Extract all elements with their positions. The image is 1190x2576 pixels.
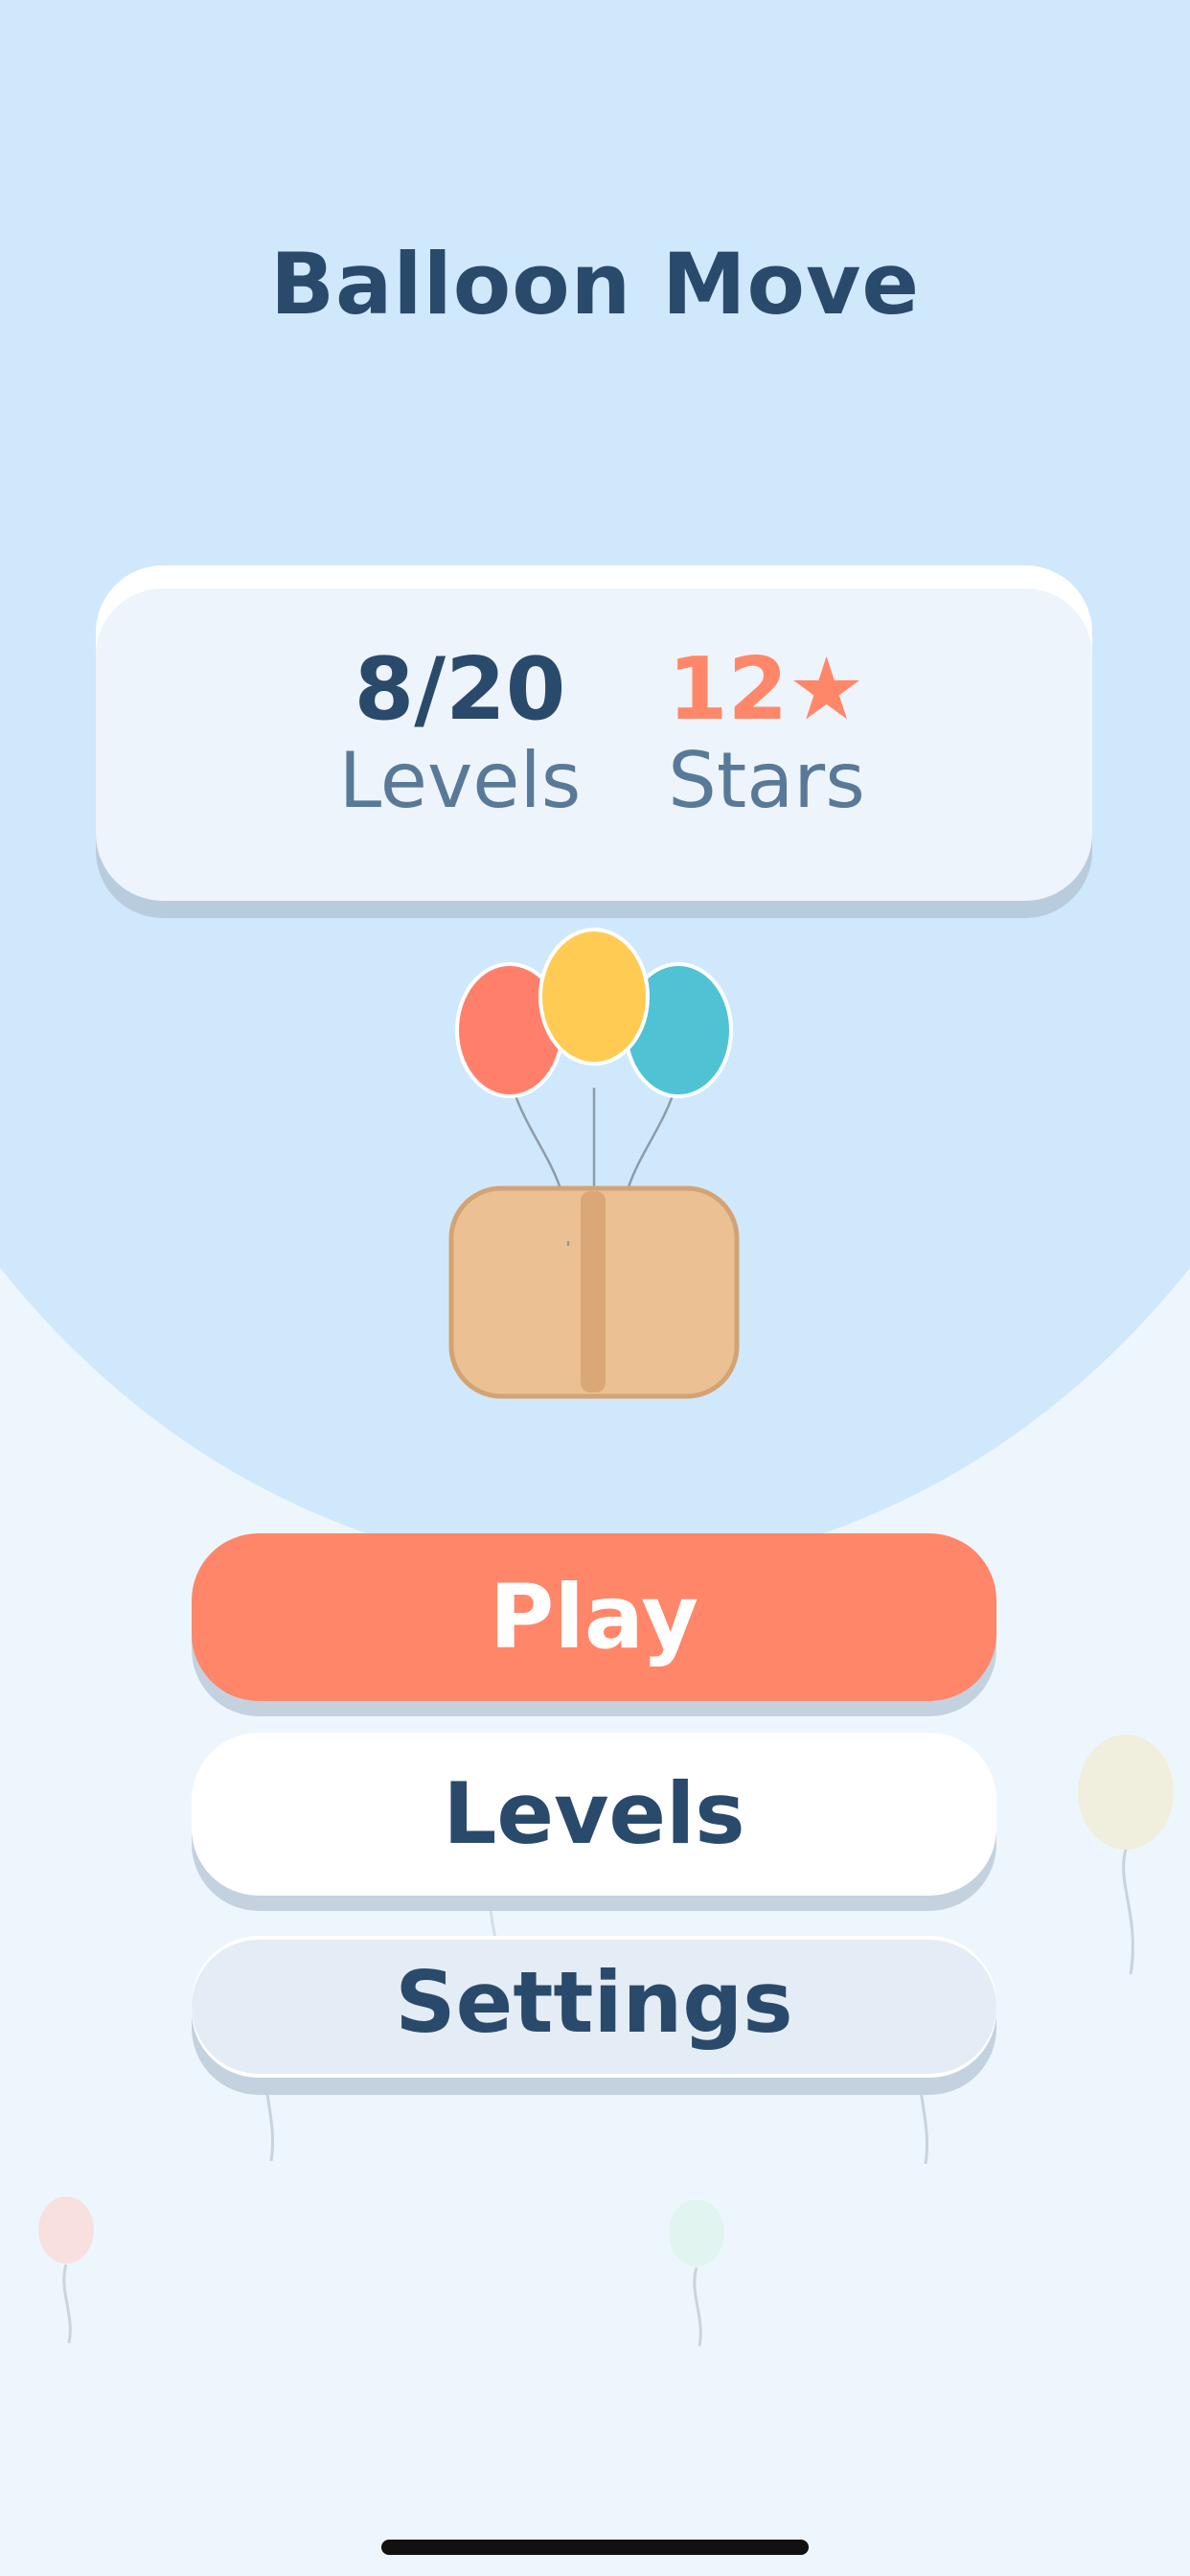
box-tape <box>581 1191 606 1392</box>
stars-label: Stars <box>668 736 865 825</box>
balloon-yellow <box>538 928 650 1066</box>
levels-count: 8/20 <box>354 639 566 740</box>
main-menu-screen: Balloon Move 8/20 Levels 12★ Stars Play … <box>0 0 1190 2576</box>
play-button[interactable]: Play <box>192 1533 996 1701</box>
decorative-balloon-mint <box>669 2199 724 2347</box>
levels-stat: 8/20 Levels <box>326 642 594 824</box>
levels-label: Levels <box>338 736 582 825</box>
levels-button[interactable]: Levels <box>192 1733 996 1896</box>
settings-button[interactable]: Settings <box>192 1936 996 2078</box>
decorative-balloon-yellow-right <box>1078 1735 1174 1975</box>
stars-stat: 12★ Stars <box>652 642 881 824</box>
balloon-box-illustration <box>448 928 740 1399</box>
home-indicator[interactable] <box>381 2540 809 2555</box>
decorative-balloon-pink-left <box>38 2196 94 2344</box>
progress-card: 8/20 Levels 12★ Stars <box>96 565 1092 901</box>
game-title: Balloon Move <box>269 235 921 334</box>
stars-count: 12★ <box>668 639 865 740</box>
